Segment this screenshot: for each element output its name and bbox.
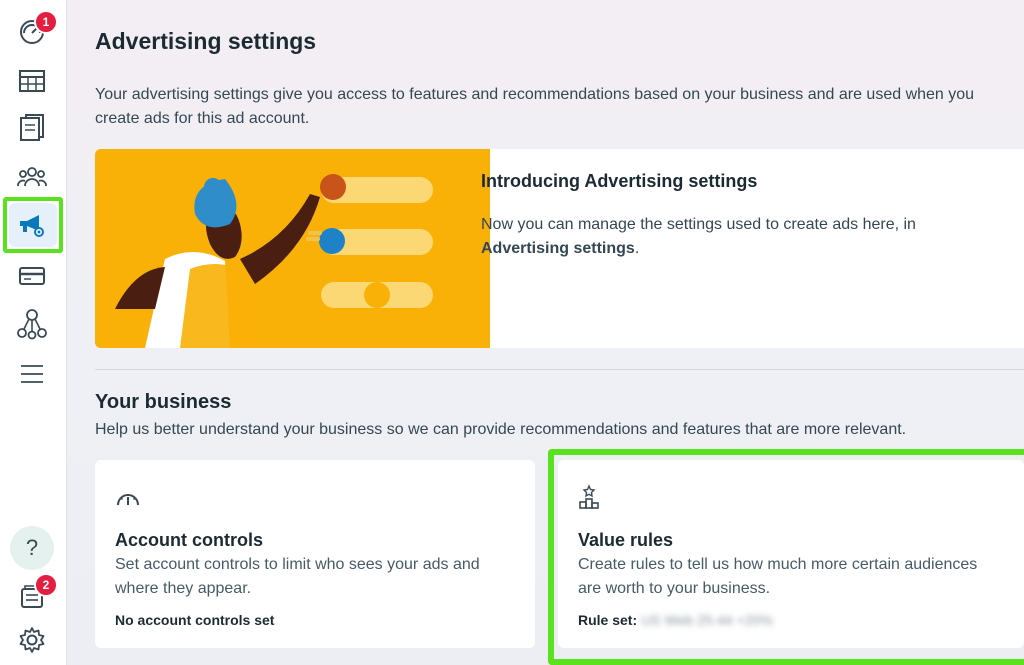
nav-dashboard[interactable]: 1 bbox=[16, 10, 58, 48]
megaphone-settings-icon bbox=[17, 211, 47, 239]
nav-all-tools[interactable] bbox=[16, 358, 48, 390]
notification-badge: 2 bbox=[34, 573, 58, 597]
account-controls-text: Set account controls to limit who sees y… bbox=[115, 556, 480, 597]
menu-icon bbox=[19, 363, 45, 385]
banner-text-end: . bbox=[634, 240, 640, 257]
banner-illustration bbox=[95, 149, 490, 348]
page-intro: Your advertising settings give you acces… bbox=[95, 86, 975, 127]
help-button[interactable]: ? bbox=[10, 526, 54, 570]
account-controls-card[interactable]: Account controls Set account controls to… bbox=[95, 460, 535, 648]
gauge-icon bbox=[115, 488, 141, 513]
help-label: ? bbox=[25, 535, 39, 560]
account-controls-status: No account controls set bbox=[115, 612, 275, 628]
nav-pages[interactable] bbox=[16, 113, 48, 145]
nav-billing[interactable] bbox=[16, 260, 48, 292]
banner-text-start: Now you can manage the settings used to … bbox=[481, 216, 916, 233]
value-rules-highlight bbox=[548, 449, 1024, 665]
audience-icon bbox=[17, 164, 47, 190]
account-controls-title: Account controls bbox=[115, 530, 264, 550]
page-title: Advertising settings bbox=[95, 28, 317, 54]
nav-notifications[interactable]: 2 bbox=[16, 573, 58, 613]
section-divider bbox=[95, 369, 1024, 370]
billing-card-icon bbox=[18, 265, 46, 287]
banner-text-bold: Advertising settings bbox=[481, 240, 635, 257]
business-section-subtitle: Help us better understand your business … bbox=[95, 421, 907, 438]
table-icon bbox=[18, 68, 46, 94]
business-section-title: Your business bbox=[95, 391, 232, 413]
network-icon bbox=[17, 308, 47, 340]
nav-ads-manager[interactable] bbox=[16, 65, 48, 97]
nav-business-tools[interactable] bbox=[16, 308, 48, 340]
nav-settings[interactable] bbox=[16, 624, 48, 656]
nav-audiences[interactable] bbox=[16, 161, 48, 193]
gear-icon bbox=[18, 626, 46, 654]
pages-icon bbox=[18, 114, 46, 144]
left-nav-sidebar: 1 ? 2 bbox=[0, 0, 67, 665]
banner-title: Introducing Advertising settings bbox=[481, 171, 758, 191]
banner-text: Now you can manage the settings used to … bbox=[481, 213, 1001, 261]
nav-advertising-settings[interactable] bbox=[16, 209, 48, 241]
notification-badge: 1 bbox=[34, 10, 58, 34]
